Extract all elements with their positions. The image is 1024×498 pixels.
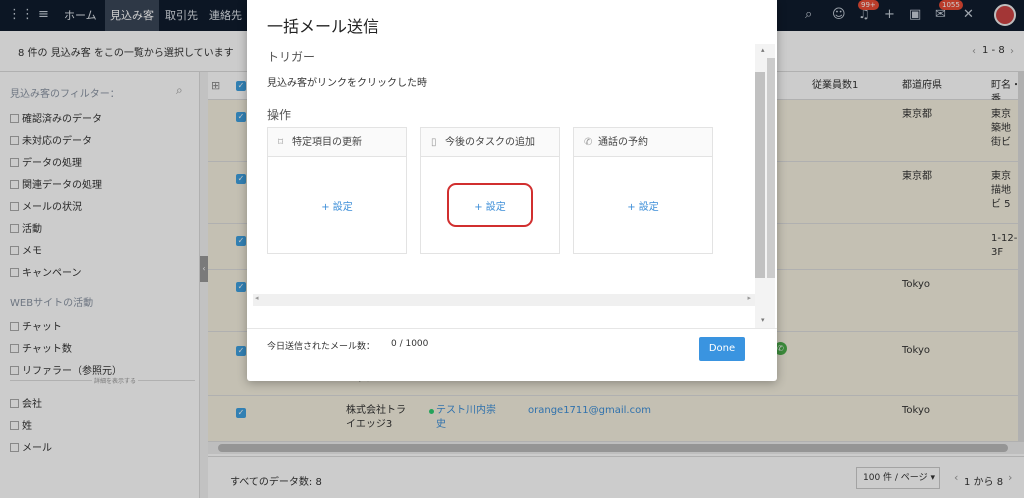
update-field-card: ⌑ 特定項目の更新 + 設定 (267, 127, 407, 254)
sent-count-value: 0 / 1000 (391, 339, 429, 349)
card-header: ⌑ 特定項目の更新 (268, 128, 406, 157)
trigger-label: トリガー (267, 50, 316, 64)
clipboard-icon: ▯ (431, 137, 437, 148)
schedule-call-set-button[interactable]: + 設定 (574, 198, 712, 213)
dialog-vertical-scrollbar[interactable]: ▴ ▾ (755, 44, 775, 328)
update-field-set-button[interactable]: + 設定 (268, 198, 406, 213)
card-title: 通話の予約 (598, 137, 648, 148)
card-header: ▯ 今後のタスクの追加 (421, 128, 559, 157)
phone-icon: ✆ (584, 137, 593, 148)
card-title: 特定項目の更新 (292, 137, 362, 148)
trigger-text: 見込み客がリンクをクリックした時 (267, 78, 427, 89)
add-task-card: ▯ 今後のタスクの追加 + 設定 (420, 127, 560, 254)
dialog-title: 一括メール送信 (267, 17, 380, 36)
add-task-set-button[interactable]: + 設定 (421, 198, 559, 213)
bulk-email-dialog: 一括メール送信 トリガー 見込み客がリンクをクリックした時 操作 ⌑ 特定項目の更… (247, 0, 777, 381)
dialog-body: トリガー 見込み客がリンクをクリックした時 操作 ⌑ 特定項目の更新 + 設定 ▯… (253, 44, 775, 328)
sent-count-label: 今日送信されたメール数： (267, 342, 376, 352)
action-label: 操作 (267, 108, 292, 122)
tag-icon: ⌑ (278, 137, 284, 148)
dialog-horizontal-scrollbar[interactable]: ◂ ▸ (253, 294, 755, 306)
card-header: ✆ 通話の予約 (574, 128, 712, 157)
card-title: 今後のタスクの追加 (445, 137, 535, 148)
schedule-call-card: ✆ 通話の予約 + 設定 (573, 127, 713, 254)
done-button[interactable]: Done (699, 337, 745, 361)
